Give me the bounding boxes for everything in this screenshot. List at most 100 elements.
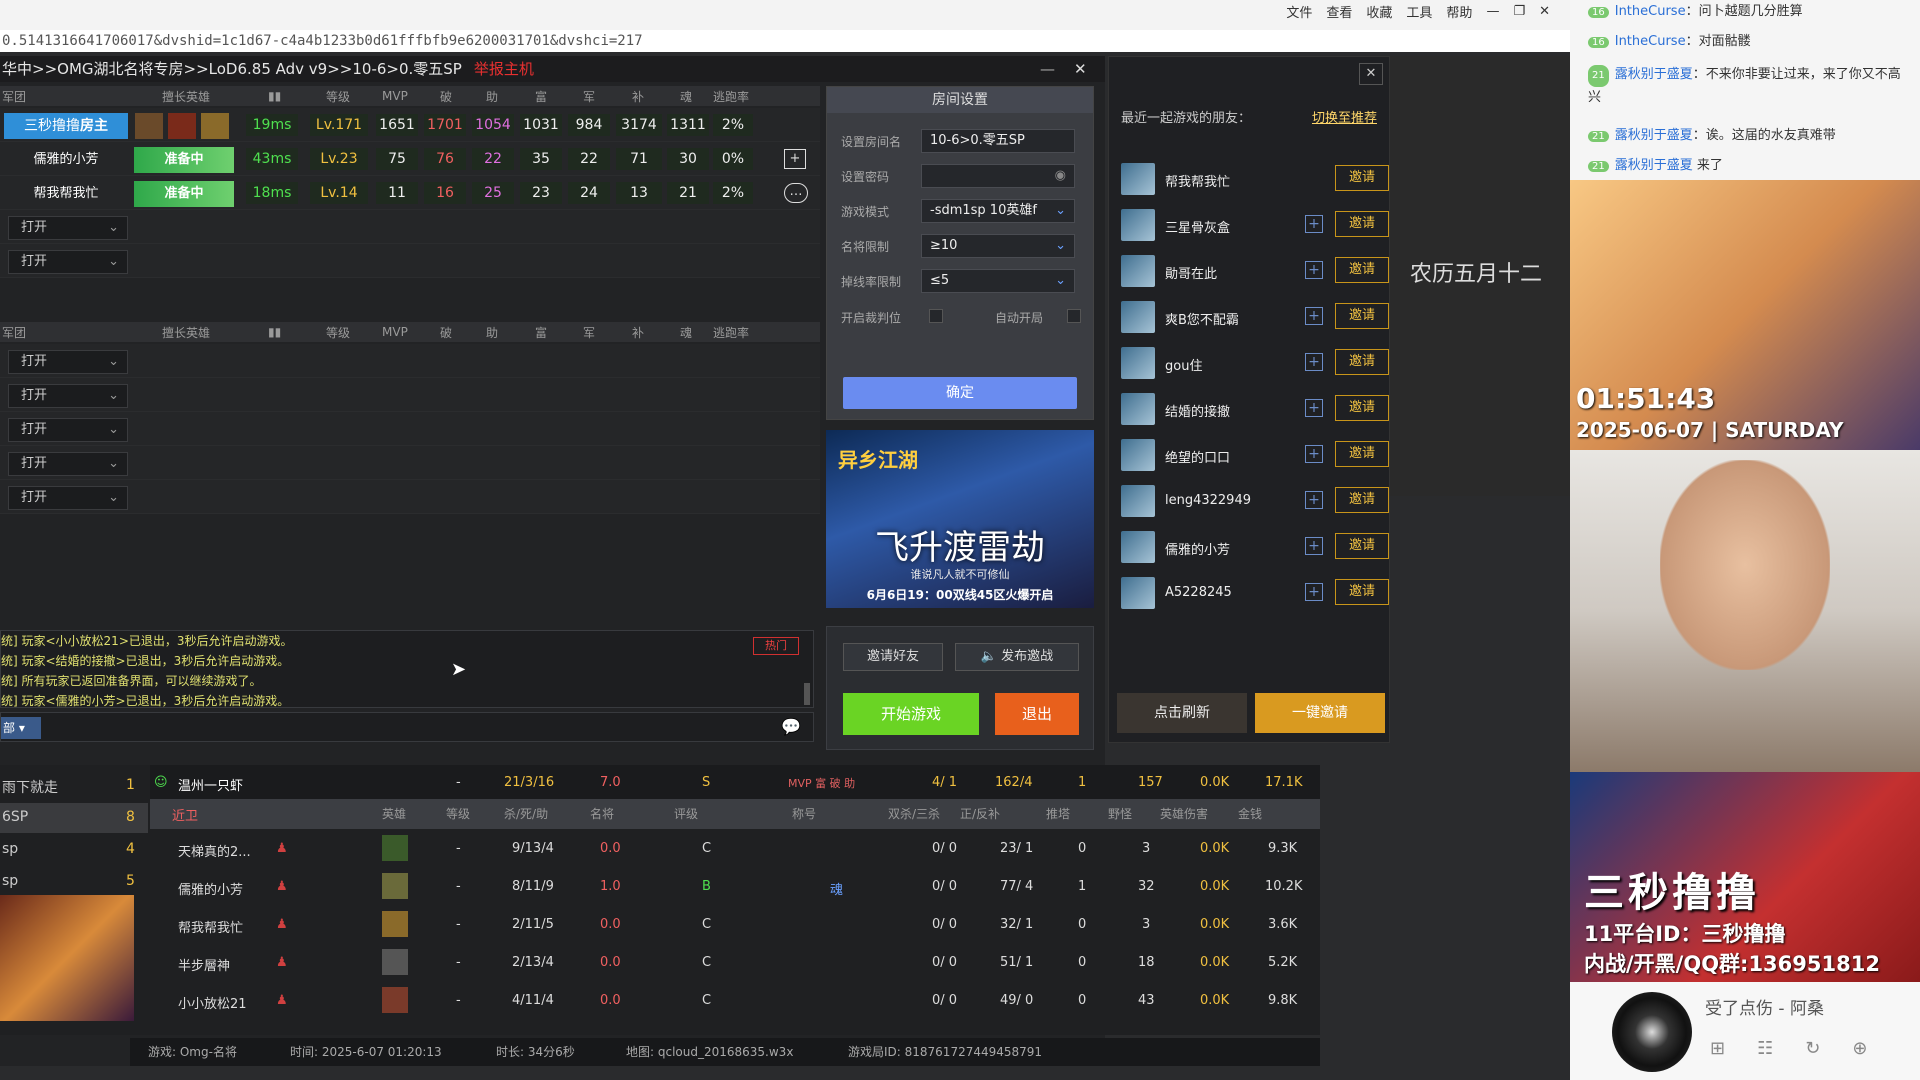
chat-input-bar[interactable]: 部 ▾ 💬 [0,712,814,742]
add-friend-icon[interactable]: + [1305,583,1323,601]
game-mode-select[interactable]: -sdm1sp 10英雄f ⌄ [921,199,1075,223]
room-list-item[interactable]: sp 5 [0,867,148,897]
signal-icon: ▮▮ [268,325,282,339]
invite-friend-button[interactable]: 邀请好友 [843,643,943,671]
fu: 35 [520,148,562,170]
invite-button[interactable]: 邀请 [1335,579,1389,605]
autostart-checkbox[interactable] [1067,309,1081,323]
mvp: 11 [376,182,418,204]
team-label: 军团 [2,325,27,340]
address-bar[interactable]: 0.5141316641706017&dvshid=1c1d67-c4a4b12… [0,30,1570,52]
room-list-item[interactable]: 6SP 8 [0,803,148,833]
menu-tools[interactable]: 工具 [1406,2,1432,21]
player-name[interactable]: 儒雅的小芳 [4,147,128,173]
drop-limit-select[interactable]: ≤5 ⌄ [921,269,1075,293]
jun: 22 [568,148,610,170]
empty-slot: 打开 ⌄ [0,344,820,378]
avatar [1121,577,1155,609]
add-friend-icon[interactable]: + [1305,307,1323,325]
background-window: 农历五月十二 [1390,56,1570,496]
invite-button[interactable]: 邀请 [1335,441,1389,467]
chevron-down-icon: ⌄ [108,254,119,269]
player-row[interactable]: 帮我帮我忙 准备中 18ms Lv.14 11 16 25 23 24 13 2… [0,176,820,210]
invite-all-button[interactable]: 一键邀请 [1255,693,1385,733]
add-friend-icon[interactable]: + [1305,261,1323,279]
col-zhu: 助 [486,89,499,104]
invite-button[interactable]: 邀请 [1335,303,1389,329]
slot-select[interactable]: 打开 ⌄ [8,418,128,442]
player-row[interactable]: 三秒撸撸房主 19ms Lv.171 1651 1701 1054 1031 9… [0,108,820,142]
report-host-link[interactable]: 举报主机 [474,60,534,78]
add-friend-icon[interactable]: + [1305,491,1323,509]
menu-view[interactable]: 查看 [1326,2,1352,21]
chat-scrollbar[interactable] [804,683,810,705]
add-friend-icon[interactable]: + [1305,537,1323,555]
minimize-icon[interactable]: — [1040,56,1055,82]
slot-select[interactable]: 打开 ⌄ [8,384,128,408]
restore-icon[interactable]: ❐ [1513,4,1525,19]
close-icon[interactable]: ✕ [1539,4,1550,19]
add-friend-icon[interactable]: + [1305,215,1323,233]
invite-button[interactable]: 邀请 [1335,487,1389,513]
table-row[interactable]: 小小放松21 ♟ -4/11/4 0.0 C 0/ 0 49/ 0 0 43 0.0K 9… [150,983,1320,1021]
player-name[interactable]: 帮我帮我忙 [4,181,128,207]
close-icon[interactable]: ✕ [1074,56,1087,82]
menu-help[interactable]: 帮助 [1446,2,1472,21]
level-limit-row: 名将限制 ≥10 ⌄ [841,234,1081,258]
judge-checkbox[interactable] [929,309,943,323]
menu-file[interactable]: 文件 [1286,2,1312,21]
player-row[interactable]: 儒雅的小芳 准备中 43ms Lv.23 75 76 22 35 22 71 3… [0,142,820,176]
hero-avatar [135,113,163,139]
player-controls: ⊞ ☷ ↻ ⊕ [1710,1038,1867,1059]
slot-select[interactable]: 打开 ⌄ [8,452,128,476]
friend-item: 三星骨灰盒 + 邀请 [1115,205,1389,245]
start-game-button[interactable]: 开始游戏 [843,693,979,735]
hot-tag[interactable]: 热门 [753,637,799,655]
level-limit-select[interactable]: ≥10 ⌄ [921,234,1075,258]
slot-select[interactable]: 打开 ⌄ [8,486,128,510]
table-row[interactable]: 帮我帮我忙 ♟ -2/11/5 0.0 C 0/ 0 32/ 1 03 0.0K 3.6… [150,907,1320,945]
repeat-icon[interactable]: ↻ [1805,1038,1820,1059]
channel-select[interactable]: 部 ▾ [1,717,41,739]
col-level: 等级 [326,89,351,104]
download-icon[interactable]: ⊕ [1852,1038,1867,1059]
slot-select[interactable]: 打开 ⌄ [8,250,128,274]
invite-button[interactable]: 邀请 [1335,257,1389,283]
add-friend-icon[interactable]: + [1305,353,1323,371]
publish-challenge-button[interactable]: 🔈 发布邀战 [955,643,1079,671]
send-icon[interactable]: 💬 [781,717,801,736]
table-row[interactable]: 半步層神 ♟ -2/13/4 0.0 C 0/ 0 51/ 1 0 18 0.0K 5.2… [150,945,1320,983]
invite-button[interactable]: 邀请 [1335,211,1389,237]
comment-icon[interactable]: ☷ [1757,1038,1773,1059]
invite-button[interactable]: 邀请 [1335,349,1389,375]
table-row[interactable]: 儒雅的小芳 ♟ -8/11/9 1.0 B 魂 0/ 0 77/ 4 1 32 0.0K… [150,869,1320,907]
invite-button[interactable]: 邀请 [1335,533,1389,559]
switch-recommend-link[interactable]: 切换至推荐 [1312,107,1377,126]
invite-button[interactable]: 邀请 [1335,165,1389,191]
minimize-icon[interactable]: — [1486,4,1499,19]
add-friend-icon[interactable]: + [1305,399,1323,417]
refresh-button[interactable]: 点击刷新 [1117,693,1247,733]
ready-status: 准备中 [134,181,234,207]
room-list-item[interactable]: sp 4 [0,835,148,865]
room-name-input[interactable]: 10-6>0.零五SP [921,129,1075,153]
table-row[interactable]: 天梯真的2... ♟ -9/13/4 0.0 C 0/ 0 23/ 1 03 0.0K… [150,831,1320,869]
password-input[interactable]: ◉ [921,164,1075,188]
friend-item: 勛哥在此 + 邀请 [1115,251,1389,291]
player-name[interactable]: 三秒撸撸房主 [4,113,128,139]
room-list-item[interactable]: 雨下就走 1 [0,771,148,801]
add-icon[interactable]: ⊞ [1710,1038,1725,1059]
speaker-icon: 🔈 [980,649,998,664]
confirm-button[interactable]: 确定 [843,377,1077,409]
invite-button[interactable]: 邀请 [1335,395,1389,421]
add-friend-icon[interactable]: + [784,149,806,169]
quit-button[interactable]: 退出 [995,693,1079,735]
chat-icon[interactable]: … [784,183,808,203]
menu-favorites[interactable]: 收藏 [1366,2,1392,21]
hun: 30 [667,148,709,170]
ad-banner[interactable]: 异乡江湖 飞升渡雷劫 谁说凡人就不可修仙 6月6日19：00双线45区火爆开启 [826,430,1094,608]
slot-select[interactable]: 打开 ⌄ [8,216,128,240]
close-icon[interactable]: ✕ [1359,63,1383,85]
add-friend-icon[interactable]: + [1305,445,1323,463]
slot-select[interactable]: 打开 ⌄ [8,350,128,374]
